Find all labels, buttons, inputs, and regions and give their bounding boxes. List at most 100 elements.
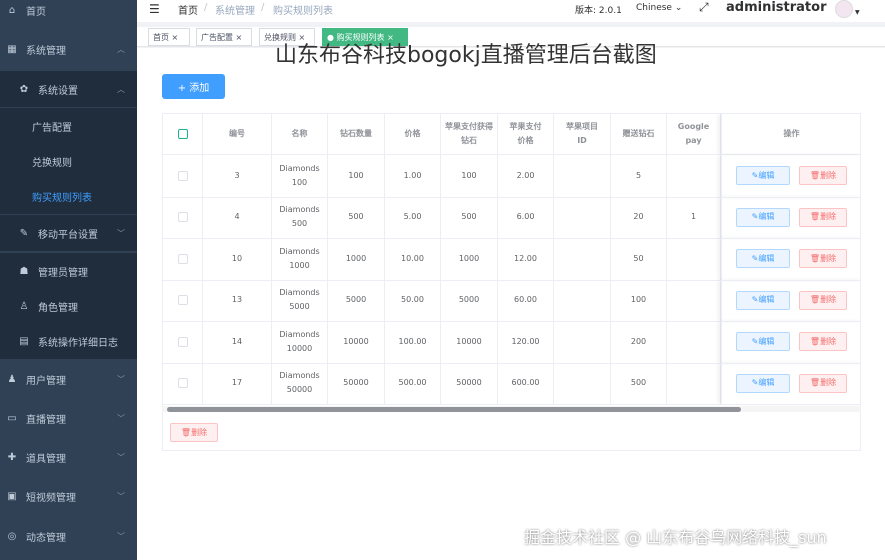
language-value: Chinese <box>636 3 672 13</box>
username[interactable]: administrator <box>726 0 826 15</box>
header-price: 价格 <box>385 114 441 154</box>
tag-home[interactable]: 首页 × <box>148 28 190 46</box>
purchase-rules-table: 编号 名称 钻石数量 价格 苹果支付获得钻石 苹果支付价格 苹果项目ID 赠送钻… <box>162 113 861 451</box>
add-button[interactable]: + 添加 <box>162 74 225 99</box>
bulk-delete-label: 删除 <box>191 428 208 437</box>
table-cell-price: 5.00 <box>385 196 441 238</box>
hamburger-icon[interactable]: ☰ <box>149 2 160 16</box>
sidebar-item-label: 系统设置 <box>38 85 78 97</box>
trash-icon: 🗑 <box>809 295 821 304</box>
table-cell-price: 1.00 <box>385 155 441 197</box>
table-cell-apple_diamonds: 500 <box>441 196 498 238</box>
delete-button[interactable]: 🗑 删除 <box>799 166 847 185</box>
pulse-icon: ◎ <box>7 530 17 542</box>
sidebar-item-ad-config[interactable]: 广告配置 <box>0 108 137 144</box>
home-icon: ⌂ <box>8 4 16 16</box>
table-cell-gift: 50 <box>611 238 667 280</box>
sidebar-item-operation-log[interactable]: ▤ 系统操作详细日志 <box>0 323 137 359</box>
row-checkbox[interactable] <box>177 378 188 389</box>
row-checkbox[interactable] <box>177 295 188 306</box>
chevron-down-icon: ﹀ <box>117 531 125 541</box>
edit-button[interactable]: ✎ 编辑 <box>736 207 790 227</box>
table-cell-price: 500.00 <box>385 362 441 404</box>
sidebar-item-role-manage[interactable]: ♙ 角色管理 <box>0 288 137 324</box>
tag-label: 首页 × <box>153 32 179 42</box>
sidebar-item-exchange-rules[interactable]: 兑换规则 <box>0 143 137 179</box>
table-cell-gift: 200 <box>611 321 667 363</box>
delete-button[interactable]: 🗑 删除 <box>799 290 847 310</box>
edit-button[interactable]: ✎ 编辑 <box>736 249 790 268</box>
table-cell-apple_price: 2.00 <box>498 155 554 197</box>
tag-ad-config[interactable]: 广告配置 × <box>196 28 252 46</box>
table-cell-apple_price: 60.00 <box>498 279 554 321</box>
chevron-up-icon: ︿ <box>117 84 125 94</box>
sidebar-item-system-settings[interactable]: ✿ 系统设置 ︿ <box>0 71 137 107</box>
row-select-cell <box>163 196 203 238</box>
sidebar-item-moments[interactable]: ◎ 动态管理 ﹀ <box>0 518 137 554</box>
bulk-delete-button[interactable]: 🗑 删除 <box>170 423 218 442</box>
chevron-down-icon: ﹀ <box>117 452 125 462</box>
edit-button[interactable]: ✎ 编辑 <box>736 290 790 310</box>
chevron-down-icon: ⌄ <box>674 3 683 13</box>
sidebar-item-home[interactable]: ⌂ 首页 <box>0 0 137 28</box>
table-cell-name: Diamonds 5000 <box>272 279 328 321</box>
users-icon: ☗ <box>19 265 29 277</box>
delete-label: 删除 <box>820 212 837 221</box>
edit-icon: ✎ <box>751 378 759 387</box>
header-google-pay: Google pay <box>667 114 721 154</box>
delete-button[interactable]: 🗑 删除 <box>799 207 847 227</box>
edit-label: 编辑 <box>758 378 775 387</box>
edit-button[interactable]: ✎ 编辑 <box>736 373 790 393</box>
sidebar-item-admin-manage[interactable]: ☗ 管理员管理 <box>0 253 137 289</box>
sidebar-item-short-video[interactable]: ▣ 短视频管理 ﹀ <box>0 478 137 514</box>
sidebar: ⌂ 首页 ▦ 系统管理 ︿ ✿ 系统设置 ︿ 广告配置 兑换规则 购买规则列表 … <box>0 0 137 560</box>
table-cell-apple_id <box>554 362 611 404</box>
table-cell-apple_diamonds: 1000 <box>441 238 498 280</box>
horizontal-scrollbar[interactable] <box>167 407 741 412</box>
header-apple-id: 苹果项目ID <box>554 114 611 154</box>
sidebar-item-prop-manage[interactable]: ✚ 道具管理 ﹀ <box>0 439 137 475</box>
edit-button[interactable]: ✎ 编辑 <box>736 166 790 185</box>
chevron-down-icon: ﹀ <box>117 228 125 238</box>
delete-label: 删除 <box>820 253 837 263</box>
table-cell-name: Diamonds 10000 <box>272 321 328 363</box>
delete-button[interactable]: 🗑 删除 <box>799 373 847 393</box>
gear-icon: ✿ <box>19 83 29 95</box>
avatar[interactable] <box>835 0 853 18</box>
edit-label: 编辑 <box>758 295 775 304</box>
breadcrumb-home[interactable]: 首页 <box>178 2 198 17</box>
table-cell-apple_id <box>554 196 611 238</box>
sidebar-item-label: 移动平台设置 <box>38 229 98 241</box>
table-cell-actions: ✎ 编辑 🗑 删除 <box>721 321 860 363</box>
table-cell-actions: ✎ 编辑 🗑 删除 <box>721 238 860 280</box>
row-checkbox[interactable] <box>177 170 188 181</box>
sidebar-item-purchase-rules[interactable]: 购买规则列表 <box>0 178 137 214</box>
trash-icon: 🗑 <box>809 378 821 387</box>
table-cell-count: 100 <box>328 155 385 197</box>
sidebar-item-user-manage[interactable]: ♟ 用户管理 ﹀ <box>0 361 137 397</box>
table-cell-name: Diamonds 50000 <box>272 362 328 404</box>
breadcrumb-system[interactable]: 系统管理 <box>215 2 255 17</box>
sidebar-item-mobile-platform[interactable]: ✎ 移动平台设置 ﹀ <box>0 215 137 251</box>
user-icon: ♟ <box>7 373 17 385</box>
delete-button[interactable]: 🗑 删除 <box>799 249 847 268</box>
table-cell-name: Diamonds 100 <box>272 155 328 197</box>
sidebar-item-live-manage[interactable]: ▭ 直播管理 ﹀ <box>0 400 137 436</box>
sidebar-item-label: 道具管理 <box>26 453 66 465</box>
table-cell-apple_diamonds: 10000 <box>441 321 498 363</box>
sidebar-item-system[interactable]: ▦ 系统管理 ︿ <box>0 31 137 67</box>
table-cell-id: 4 <box>203 196 272 238</box>
row-checkbox[interactable] <box>177 212 188 223</box>
row-checkbox[interactable] <box>177 336 188 347</box>
overlay-title: 山东布谷科技bogokj直播管理后台截图 <box>275 43 657 68</box>
sidebar-item-label: 广告配置 <box>32 122 72 134</box>
table-cell-id: 14 <box>203 321 272 363</box>
select-all-checkbox[interactable] <box>177 129 188 139</box>
wrench-icon: ✎ <box>19 227 29 239</box>
row-checkbox[interactable] <box>177 253 188 264</box>
language-select[interactable]: Chinese ⌄ <box>636 3 682 13</box>
edit-button[interactable]: ✎ 编辑 <box>736 332 790 351</box>
delete-button[interactable]: 🗑 删除 <box>799 332 847 351</box>
fullscreen-icon[interactable]: ⤢ <box>699 0 709 15</box>
edit-label: 编辑 <box>758 253 775 263</box>
